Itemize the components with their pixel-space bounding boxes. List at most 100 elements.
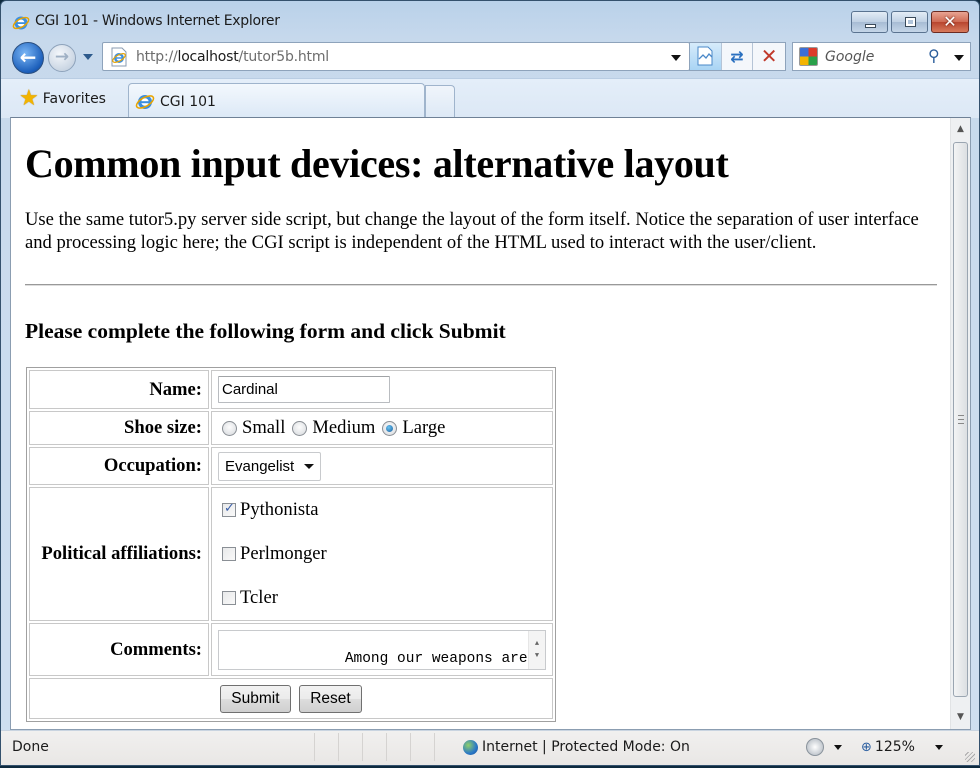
occupation-select[interactable]: Evangelist	[218, 451, 322, 481]
form-row-occupation: Occupation: Evangelist	[29, 447, 553, 485]
scroll-down-icon[interactable]: ▼	[529, 647, 545, 665]
perlmonger-label[interactable]: Perlmonger	[240, 543, 327, 565]
resize-grip-icon[interactable]	[965, 752, 975, 762]
refresh-icon: ⇄	[730, 47, 744, 66]
political-affiliations-cell: Pythonista Perlmonger Tcler	[211, 487, 553, 621]
grip-icon	[958, 415, 964, 424]
back-arrow-icon: ←	[19, 45, 37, 69]
affiliation-option: Pythonista	[218, 488, 546, 532]
new-tab-button[interactable]	[425, 85, 455, 119]
perlmonger-checkbox[interactable]	[222, 547, 236, 561]
forward-arrow-icon: →	[54, 47, 70, 67]
tcler-label[interactable]: Tcler	[240, 587, 278, 609]
minimize-icon	[865, 24, 876, 28]
shoe-size-medium-label[interactable]: Medium	[312, 417, 375, 439]
page-content: Common input devices: alternative layout…	[11, 118, 949, 729]
search-icon[interactable]: ⚲	[928, 46, 940, 65]
name-input[interactable]	[218, 376, 390, 403]
occupation-selected-value: Evangelist	[225, 457, 295, 475]
refresh-button[interactable]: ⇄	[722, 43, 754, 70]
comments-scrollbar[interactable]: ▲ ▼	[528, 630, 545, 669]
buttons-cell: Submit Reset	[29, 678, 553, 719]
url-scheme: http://	[136, 49, 178, 65]
compatibility-view-button[interactable]	[690, 43, 722, 70]
back-button[interactable]: ←	[12, 42, 44, 74]
form-row-political-affiliations: Political affiliations: Pythonista Perlm…	[29, 487, 553, 621]
comments-textarea[interactable]: Among our weapons are these: ... and nic…	[218, 629, 546, 670]
url-host: localhost	[177, 49, 239, 65]
political-affiliations-label: Political affiliations:	[29, 487, 209, 621]
name-cell	[211, 370, 553, 409]
shoe-size-small-radio[interactable]	[222, 420, 237, 436]
scroll-down-icon[interactable]: ▼	[951, 708, 970, 727]
tab-label: CGI 101	[160, 94, 216, 110]
window-title: CGI 101 - Windows Internet Explorer	[35, 13, 280, 29]
addons-dropdown[interactable]	[834, 745, 842, 750]
affiliation-option: Tcler	[218, 576, 546, 620]
comments-label: Comments:	[29, 623, 209, 676]
intro-paragraph: Use the same tutor5.py server side scrip…	[25, 209, 919, 253]
scroll-up-icon[interactable]: ▲	[951, 120, 970, 139]
zoom-level: 125%	[874, 739, 915, 755]
reset-button[interactable]: Reset	[299, 684, 362, 713]
ie-tab-icon	[135, 95, 155, 109]
minimize-button[interactable]	[851, 11, 888, 33]
occupation-cell: Evangelist	[211, 447, 553, 485]
close-button[interactable]: ✕	[931, 11, 969, 33]
status-bar: Done Internet | Protected Mode: On ⊕ 125…	[1, 730, 979, 765]
zoom-dropdown[interactable]	[935, 745, 943, 750]
form-row-buttons: Submit Reset	[29, 678, 553, 719]
favorites-button[interactable]: ★ Favorites	[19, 87, 106, 111]
tcler-checkbox[interactable]	[222, 591, 236, 605]
address-url[interactable]: http://localhost/tutor5b.html	[136, 49, 329, 65]
manage-addons-icon[interactable]	[806, 738, 824, 756]
occupation-label: Occupation:	[29, 447, 209, 485]
favorites-label: Favorites	[42, 91, 106, 107]
shoe-size-large-radio[interactable]	[382, 420, 398, 436]
navigation-tools: ⇄ ✕	[689, 42, 786, 71]
maximize-button[interactable]	[891, 11, 928, 33]
zoom-icon: ⊕	[861, 739, 872, 755]
chevron-down-icon	[304, 463, 315, 469]
security-zone[interactable]: Internet | Protected Mode: On	[463, 739, 690, 755]
submit-button[interactable]: Submit	[220, 684, 291, 713]
address-dropdown[interactable]	[671, 55, 681, 61]
form-heading: Please complete the following form and c…	[25, 319, 506, 343]
shoe-size-radio-group: Small Medium Large	[218, 417, 546, 439]
stop-button[interactable]: ✕	[753, 43, 785, 70]
page-heading: Common input devices: alternative layout	[25, 141, 729, 186]
shoe-size-medium-radio[interactable]	[292, 420, 308, 436]
browser-window: CGI 101 - Windows Internet Explorer ✕ ← …	[0, 0, 980, 766]
url-path: /tutor5b.html	[238, 49, 330, 65]
comments-text: Among our weapons are these: ... and nic…	[344, 650, 545, 667]
shoe-size-small-label[interactable]: Small	[242, 417, 285, 439]
navigation-bar: ← → http://localhost/tutor5b.html ⇄ ✕ Go…	[1, 39, 979, 75]
pythonista-checkbox[interactable]	[222, 501, 236, 517]
shoe-size-large-label[interactable]: Large	[402, 417, 445, 439]
address-bar[interactable]: http://localhost/tutor5b.html	[102, 42, 690, 71]
horizontal-rule	[25, 284, 937, 286]
recent-pages-dropdown[interactable]	[83, 54, 93, 60]
star-icon: ★	[19, 86, 39, 111]
status-text: Done	[12, 739, 49, 755]
stop-icon: ✕	[760, 44, 778, 68]
form-row-comments: Comments: Among our weapons are these: .…	[29, 623, 553, 676]
compatibility-view-icon	[697, 46, 713, 66]
status-dividers	[314, 733, 458, 761]
scrollbar-thumb[interactable]	[953, 142, 968, 697]
input-form: Name: Shoe size: Small Medium	[26, 367, 556, 722]
ie-logo-icon	[12, 16, 30, 30]
search-box[interactable]: Google ⚲	[792, 42, 971, 71]
security-zone-label: Internet | Protected Mode: On	[482, 739, 690, 755]
shoe-size-cell: Small Medium Large	[211, 411, 553, 445]
search-options-dropdown[interactable]	[954, 55, 964, 61]
zoom-control[interactable]: ⊕ 125%	[861, 739, 915, 755]
shoe-size-label: Shoe size:	[29, 411, 209, 445]
search-input[interactable]: Google	[825, 49, 874, 65]
page-scrollbar[interactable]: ▲ ▼	[950, 118, 970, 729]
forward-button[interactable]: →	[48, 44, 76, 72]
window-controls: ✕	[851, 11, 969, 33]
pythonista-label[interactable]: Pythonista	[240, 499, 319, 521]
tab-cgi-101[interactable]: CGI 101	[128, 83, 425, 119]
favorites-bar: ★ Favorites CGI 101	[1, 78, 979, 119]
